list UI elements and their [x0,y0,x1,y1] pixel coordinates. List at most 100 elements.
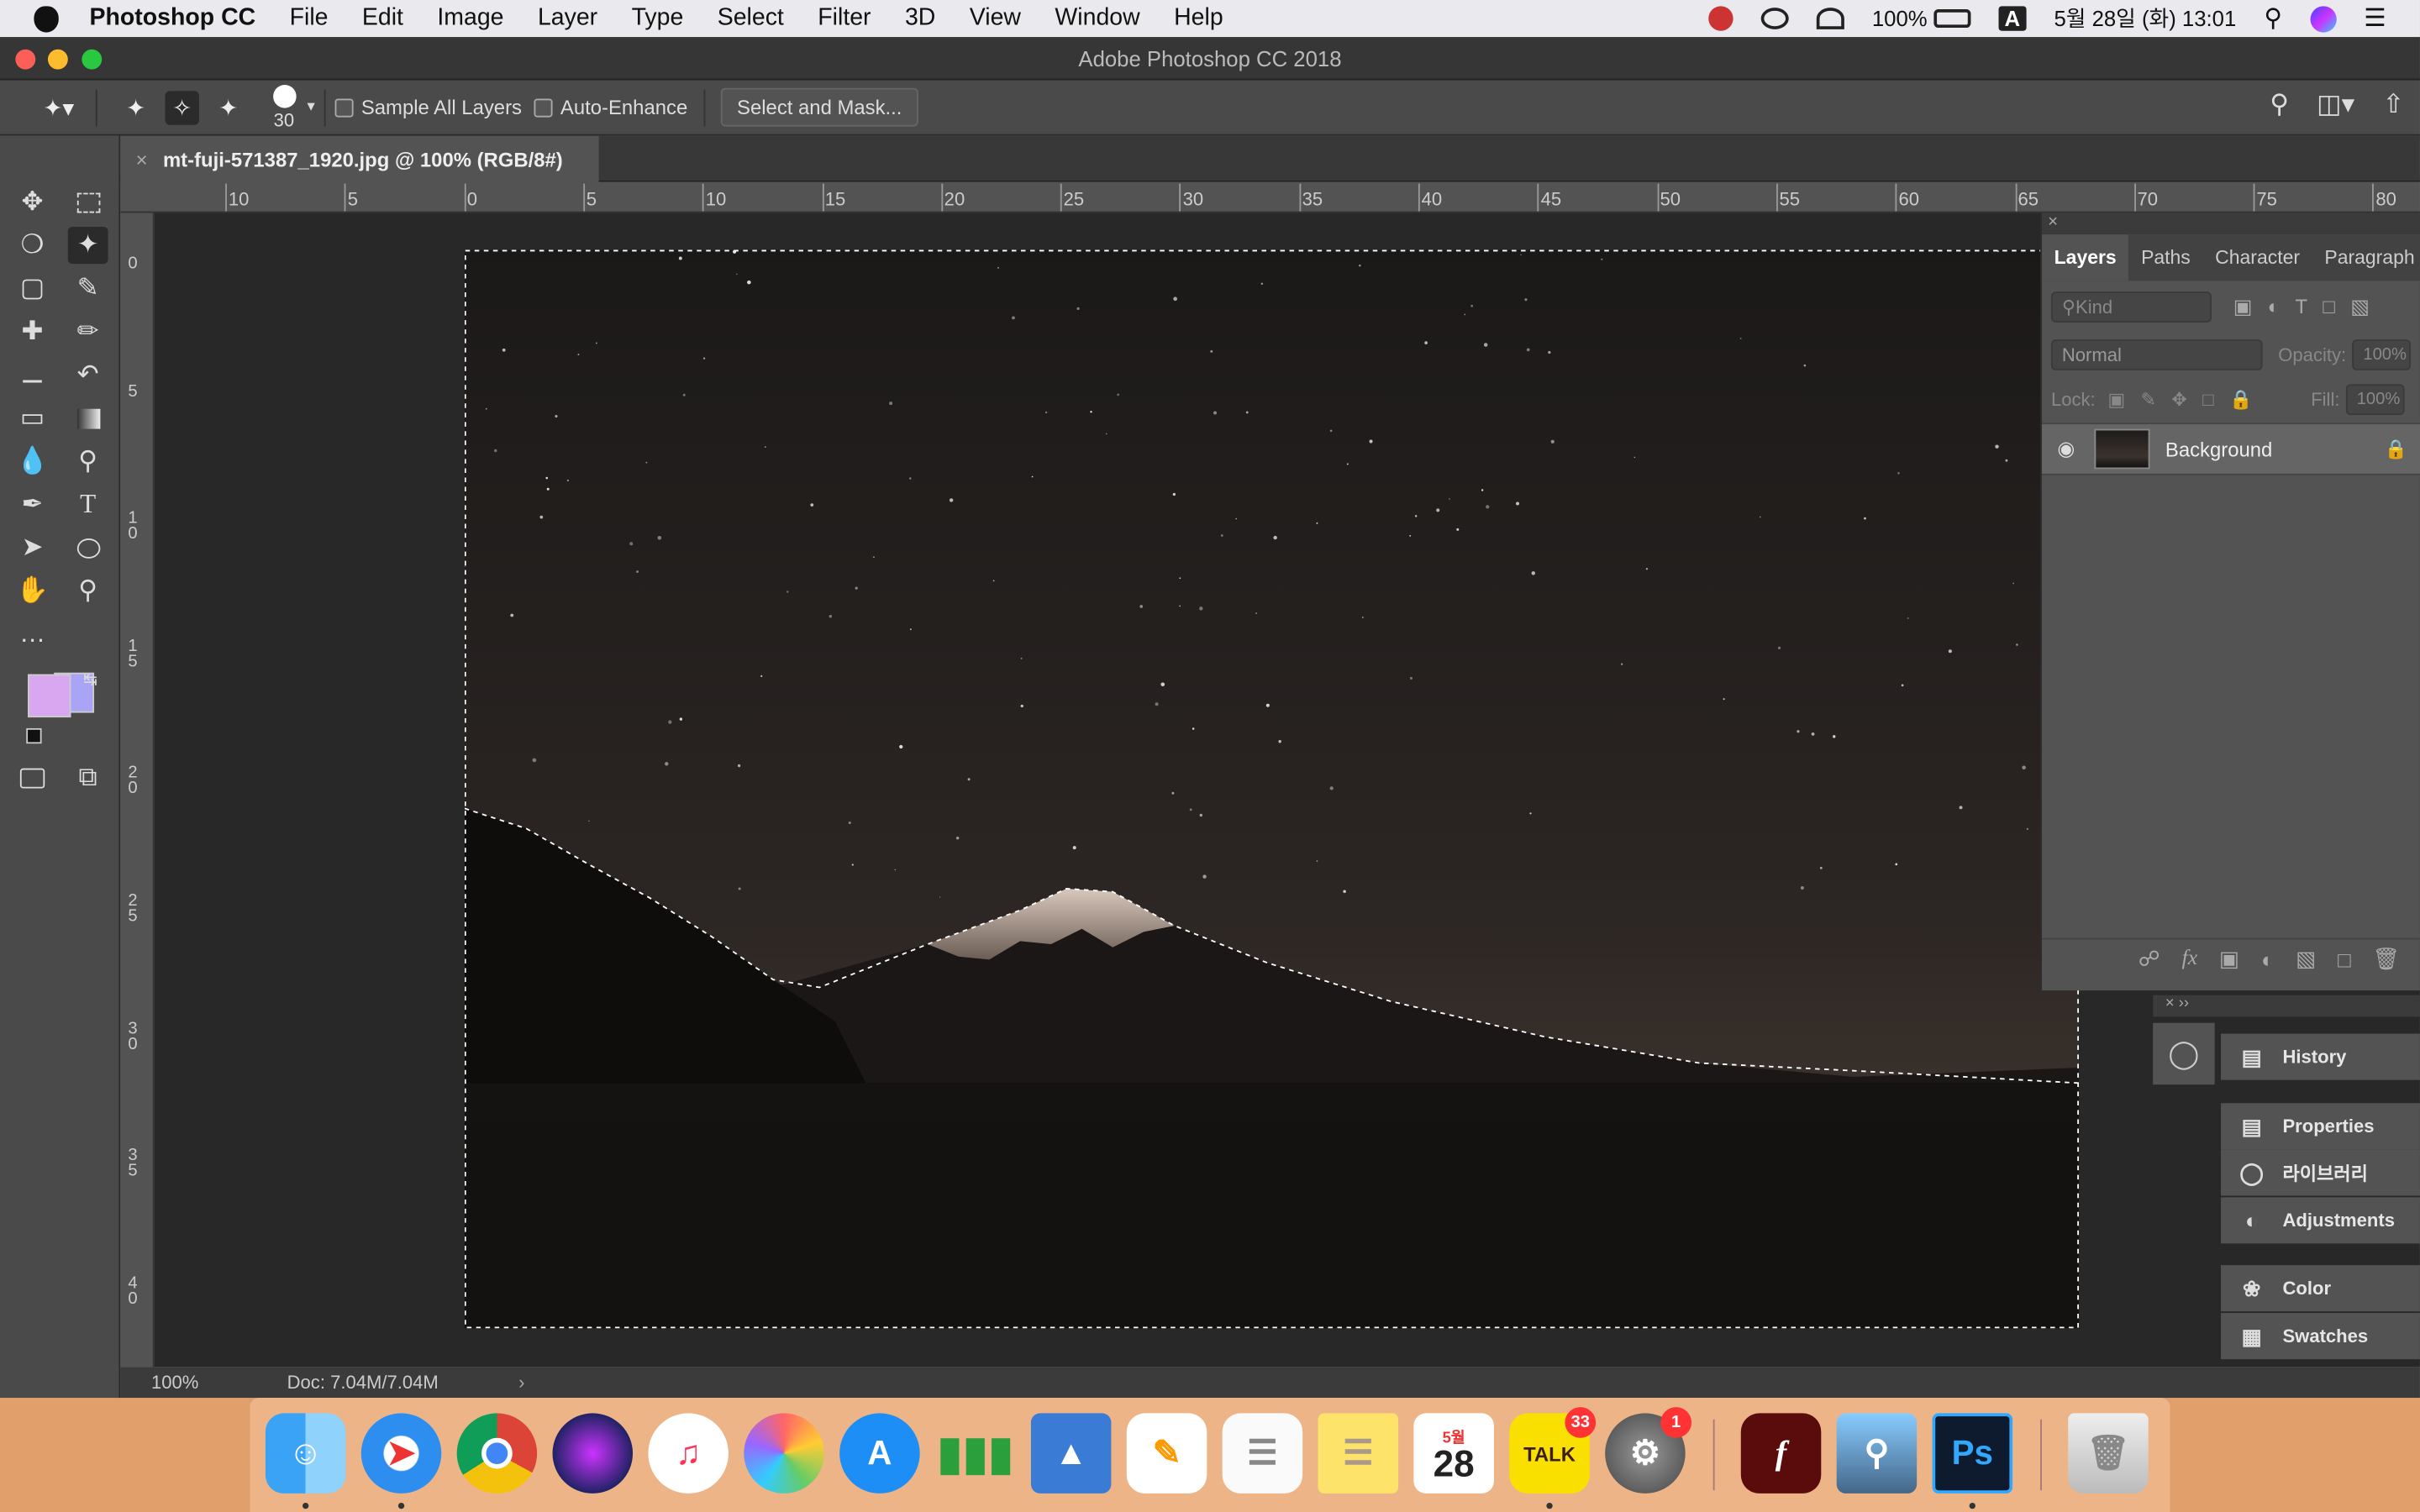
notification-center-icon[interactable]: ☰ [2364,3,2386,34]
image-canvas[interactable] [464,249,2080,1329]
siri-icon[interactable] [2309,5,2337,32]
add-mask-icon[interactable]: ▣ [2219,946,2239,972]
menu-image[interactable]: Image [437,5,503,33]
lock-transparent-icon[interactable]: ▣ [2107,389,2125,411]
zoom-level[interactable]: 100% [151,1372,260,1394]
brush-picker-chevron-icon[interactable]: ▾ [308,99,315,116]
sample-all-layers-checkbox[interactable] [334,97,354,117]
status-menu-chevron-icon[interactable]: › [518,1372,524,1394]
battery-percent[interactable]: 100% [1872,6,1928,30]
layer-name[interactable]: Background [2165,438,2272,461]
hand-tool-icon[interactable]: ✋ [13,572,53,609]
menu-layer[interactable]: Layer [538,5,597,33]
brush-picker[interactable]: 30 [267,84,301,130]
tab-character[interactable]: Character [2202,234,2312,281]
dock-calendar-icon[interactable]: 5월 28 [1413,1413,1494,1494]
add-to-selection-brush-icon[interactable]: ✧ [165,90,199,124]
foreground-color-swatch[interactable] [28,674,71,718]
dock-app-store-icon[interactable]: A [839,1413,920,1494]
apple-menu-icon[interactable] [34,5,59,32]
dock-numbers-icon[interactable]: ▮▮▮ [935,1413,1016,1494]
fill-input[interactable]: 100% [2345,384,2405,416]
panel-color[interactable]: ❀ Color [2221,1265,2420,1312]
marquee-tool-icon[interactable] [68,184,108,221]
tab-layers[interactable]: Layers [2041,234,2129,281]
layer-visibility-eye-icon[interactable]: ◉ [2057,437,2081,461]
menu-edit[interactable]: Edit [362,5,403,33]
link-layers-icon[interactable]: ☍ [2139,946,2160,972]
lock-image-icon[interactable]: ✎ [2141,389,2156,411]
tool-preset-picker[interactable]: ✦▾ [31,90,87,123]
tab-paths[interactable]: Paths [2128,234,2202,281]
healing-brush-tool-icon[interactable]: ✚ [13,313,53,350]
eraser-tool-icon[interactable]: ▭ [13,400,53,437]
panel-adjustments[interactable]: ◐ Adjustments [2221,1197,2420,1244]
panel-dock-header[interactable]: × ›› [2153,995,2420,1017]
swap-colors-icon[interactable]: ↹ [83,669,97,690]
gradient-tool-icon[interactable] [68,400,108,437]
close-tab-icon[interactable]: × [136,147,148,171]
dock-safari-icon[interactable]: ➤ [360,1413,442,1494]
dock-siri-icon[interactable] [552,1413,634,1494]
notification-icon[interactable] [1708,6,1733,31]
dock-kakaotalk-icon[interactable]: TALK 33 [1509,1407,1597,1494]
lock-artboard-icon[interactable]: □ [2202,389,2213,411]
filter-type-icon[interactable]: T [2295,295,2307,319]
filter-pixel-icon[interactable]: ▣ [2233,295,2253,319]
filter-smart-object-icon[interactable]: ▧ [2350,295,2370,319]
close-panel-icon[interactable]: × [2041,213,2420,235]
screen-mode-icon[interactable]: ⧉ [68,759,108,796]
layer-style-fx-icon[interactable]: fx [2182,947,2198,971]
dock-flash-icon[interactable]: f [1740,1413,1822,1494]
clock[interactable]: 5월 28일 (화) 13:01 [2054,3,2236,34]
menu-3d[interactable]: 3D [905,5,935,33]
dock-keynote-icon[interactable]: ▲ [1030,1413,1112,1494]
layer-row-background[interactable]: ◉ Background 🔒 [2041,423,2420,475]
path-selection-tool-icon[interactable]: ➤ [13,529,53,566]
auto-enhance-checkbox[interactable] [534,97,553,117]
move-tool-icon[interactable]: ✥ [13,184,53,221]
dock-notes-icon[interactable]: ☰ [1318,1413,1399,1494]
dock-photos-icon[interactable] [744,1413,824,1494]
dock-preview-icon[interactable]: ⚲ [1836,1413,1918,1494]
menu-type[interactable]: Type [632,5,684,33]
ellipse-tool-icon[interactable] [68,529,108,566]
menu-view[interactable]: View [970,5,1021,33]
new-adjustment-layer-icon[interactable]: ◐ [2261,947,2275,971]
quick-selection-tool-icon[interactable]: ✦ [67,226,108,265]
dock-photoshop-icon[interactable]: Ps [1932,1413,2013,1494]
spotlight-search-icon[interactable]: ⚲ [2264,3,2282,34]
clone-stamp-tool-icon[interactable]: ⚊ [13,356,53,393]
pen-tool-icon[interactable]: ✒ [13,486,53,523]
history-brush-tool-icon[interactable]: ↶ [68,356,108,393]
search-icon[interactable]: ⚲ [2270,90,2289,121]
share-icon[interactable]: ⇧ [2382,90,2404,121]
minimize-window-icon[interactable] [47,49,68,70]
dock-chrome-icon[interactable] [456,1413,538,1494]
quick-mask-icon[interactable] [13,759,53,796]
lasso-tool-icon[interactable]: ❍ [13,227,53,264]
crop-tool-icon[interactable]: ▢ [13,270,53,307]
new-selection-brush-icon[interactable]: ✦ [118,90,152,123]
creative-cloud-icon[interactable] [1760,8,1789,29]
panel-swatches[interactable]: ▦ Swatches [2221,1313,2420,1360]
battery-icon[interactable] [1933,9,1971,29]
blend-mode-select[interactable]: Normal [2050,339,2263,370]
eyedropper-tool-icon[interactable]: ✎ [68,270,108,307]
workspace-icon[interactable]: ◫▾ [2317,90,2354,121]
menu-window[interactable]: Window [1055,5,1139,33]
menu-filter[interactable]: Filter [818,5,871,33]
lock-position-icon[interactable]: ✥ [2171,389,2186,411]
new-layer-icon[interactable]: □ [2338,947,2351,971]
tab-paragraph[interactable]: Paragraph [2312,234,2420,281]
zoom-window-icon[interactable] [82,49,103,70]
dock-pages-icon[interactable]: ✎ [1126,1413,1207,1494]
menu-select[interactable]: Select [718,5,784,33]
document-tab[interactable]: × mt-fuji-571387_1920.jpg @ 100% (RGB/8#… [120,135,599,182]
dock-system-preferences-icon[interactable]: ⚙ 1 [1605,1407,1692,1494]
lock-all-icon[interactable]: 🔒 [2229,389,2252,411]
menu-app-name[interactable]: Photoshop CC [90,5,256,33]
dock-itunes-icon[interactable]: ♫ [648,1413,729,1494]
dock-finder-icon[interactable]: ☺ [265,1413,346,1494]
select-and-mask-button[interactable]: Select and Mask... [719,87,919,127]
